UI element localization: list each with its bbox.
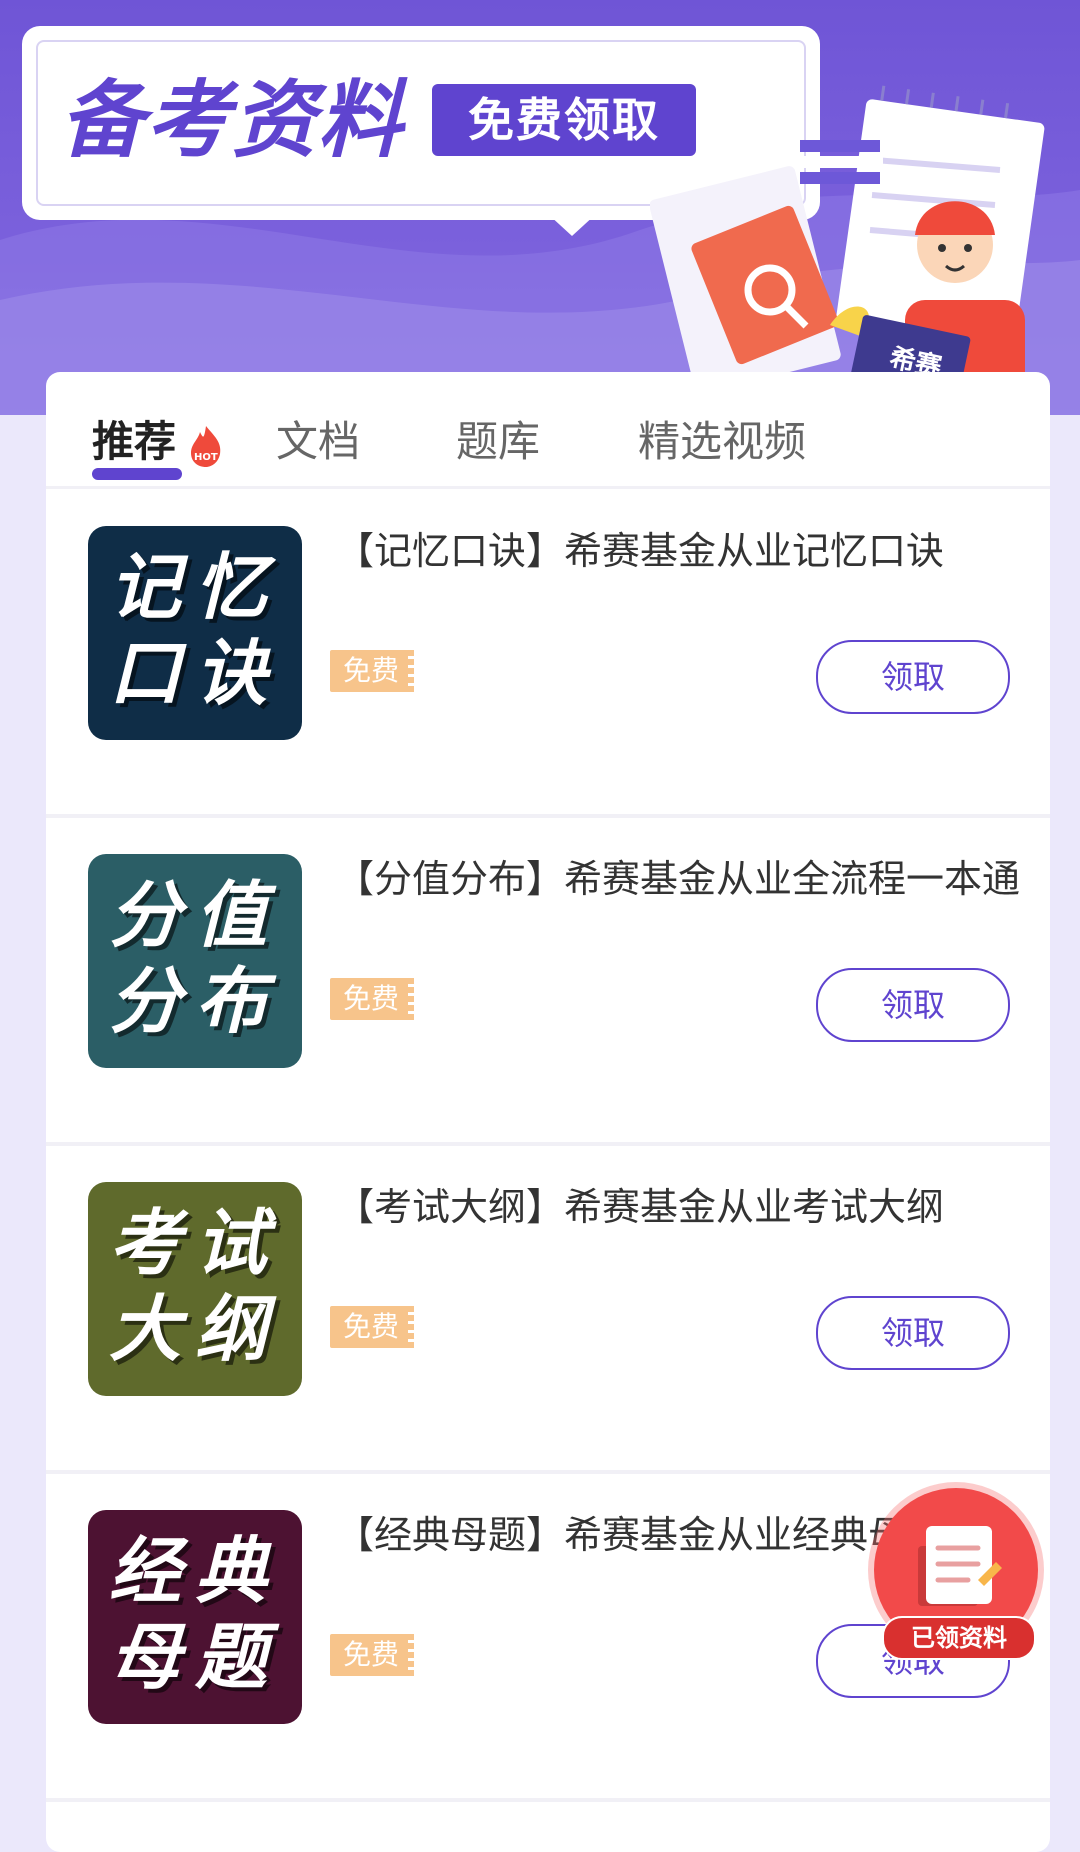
- title-card-tail: [548, 214, 596, 236]
- tab-documents[interactable]: 文档: [276, 412, 360, 472]
- free-badge: 免费: [330, 1634, 414, 1676]
- list-item[interactable]: 分值 分布 【分值分布】希赛基金从业全流程一本通 免费 领取: [46, 818, 1050, 1146]
- tab-recommended[interactable]: 推荐: [92, 412, 176, 472]
- tab-featured-videos[interactable]: 精选视频: [638, 412, 806, 472]
- item-title: 【记忆口诀】希赛基金从业记忆口诀: [336, 529, 945, 573]
- active-tab-indicator: [92, 468, 182, 480]
- item-title: 【分值分布】希赛基金从业全流程一本通: [336, 857, 1021, 901]
- free-badge: 免费: [330, 650, 414, 692]
- list-item[interactable]: 记忆 口诀 【记忆口诀】希赛基金从业记忆口诀 免费 领取: [46, 490, 1050, 818]
- item-thumbnail: 分值 分布: [88, 854, 302, 1068]
- free-badge: 免费: [330, 1306, 414, 1348]
- item-title: 【考试大纲】希赛基金从业考试大纲: [336, 1185, 945, 1229]
- list-item[interactable]: 考试 大纲 【考试大纲】希赛基金从业考试大纲 免费 领取: [46, 1146, 1050, 1474]
- item-thumbnail: 记忆 口诀: [88, 526, 302, 740]
- header-banner: 备考资料 免费领取 希赛: [0, 0, 1080, 415]
- claim-button[interactable]: 领取: [816, 1296, 1010, 1370]
- tab-question-bank[interactable]: 题库: [456, 412, 540, 472]
- free-badge: 免费: [330, 978, 414, 1020]
- claim-button[interactable]: 领取: [816, 968, 1010, 1042]
- svg-text:HOT: HOT: [194, 452, 218, 463]
- category-tabs: 推荐 HOT 文档 题库 精选视频: [46, 372, 1050, 489]
- hot-flame-icon: HOT: [191, 426, 221, 467]
- study-illustration: 希赛: [650, 85, 1045, 415]
- claim-button[interactable]: 领取: [816, 640, 1010, 714]
- item-thumbnail: 经典 母题: [88, 1510, 302, 1724]
- claimed-materials-label[interactable]: 已领资料: [882, 1616, 1036, 1660]
- page-title: 备考资料: [60, 71, 405, 169]
- item-thumbnail: 考试 大纲: [88, 1182, 302, 1396]
